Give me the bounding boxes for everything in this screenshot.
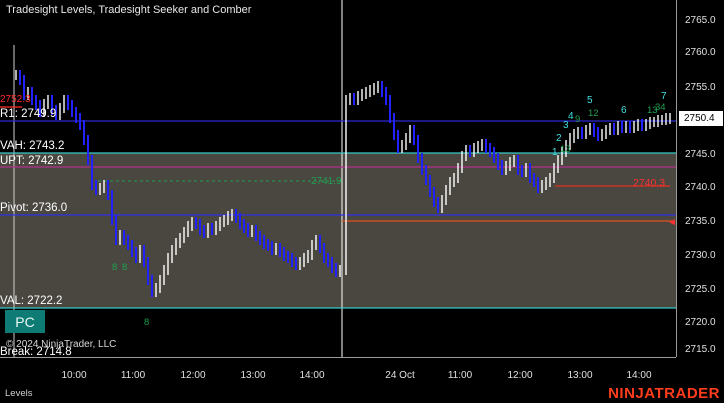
price-tick: 2755.0	[685, 82, 716, 93]
time-tick: 13:00	[567, 370, 593, 381]
brand-logo: NINJATRADER	[608, 385, 720, 402]
seeker-count-green: 8	[112, 262, 117, 273]
price-axis[interactable]: 2765.0 2760.0 2755.0 2745.0 2740.0 2735.…	[676, 0, 724, 357]
pc-button[interactable]: PC	[5, 310, 45, 333]
seeker-count-green: 12	[588, 108, 599, 119]
price-tick: 2735.0	[685, 216, 716, 227]
price-tick: 2745.0	[685, 149, 716, 160]
level-label-val: VAL: 2722.2	[0, 295, 63, 307]
seeker-count-cyan: 4	[568, 111, 574, 122]
price-tick: 2720.0	[685, 317, 716, 328]
price-tick: 2725.0	[685, 284, 716, 295]
seeker-count-cyan: 7	[661, 91, 667, 102]
chart-window: 1 2 3 4 5 6 7 8 8 8 9 12 13 13 34 2741.9 2740.3 ◄ Trad…	[0, 0, 724, 403]
session1-green-value: 2741.9	[311, 176, 342, 187]
time-tick: 24 Oct	[385, 370, 415, 381]
seeker-count-green: 8	[144, 317, 149, 328]
seeker-count-green: 8	[122, 262, 127, 273]
time-tick: 11:00	[447, 370, 473, 381]
price-tick: 2715.0	[685, 344, 716, 355]
footer-bar: Levels NINJATRADER	[0, 385, 724, 403]
price-tick: 2760.0	[685, 47, 716, 58]
seeker-count-cyan: 1	[552, 147, 558, 158]
seeker-count-cyan: 5	[587, 95, 593, 106]
time-tick: 11:00	[120, 370, 146, 381]
time-tick: 12:00	[180, 370, 206, 381]
price-chart-svg[interactable]: 12345678 88912 131334 2741.9 2740.3 ◄	[0, 0, 676, 357]
price-chart-panel[interactable]: 1 2 3 4 5 6 7 8 8 8 9 12 13 13 34 2741.9 2740.3 ◄ Trad…	[0, 0, 676, 357]
seeker-count-green: 9	[575, 114, 580, 125]
time-tick: 10:00	[61, 370, 87, 381]
seeker-count-green: 34	[655, 102, 666, 113]
level-label-pivot: Pivot: 2736.0	[0, 202, 68, 214]
time-tick: 14:00	[299, 370, 325, 381]
time-tick: 13:00	[240, 370, 266, 381]
price-tick: 2765.0	[685, 15, 716, 26]
current-price-marker: 2750.4	[679, 111, 723, 126]
chart-title: Tradesight Levels, Tradesight Seeker and…	[6, 4, 252, 16]
seeker-count-cyan: 6	[621, 105, 627, 116]
seeker-count-green: 13	[560, 144, 571, 155]
level-label-vah: VAH: 2743.2	[0, 140, 65, 152]
level-label-upt: UPT: 2742.9	[0, 155, 64, 167]
level-label-red: 2752.3	[0, 94, 31, 105]
price-tick: 2730.0	[685, 250, 716, 261]
session2-level-value: 2740.3	[633, 177, 665, 189]
time-axis[interactable]: 10:00 11:00 12:00 13:00 14:00 24 Oct 11:…	[0, 357, 676, 385]
time-tick: 12:00	[507, 370, 533, 381]
seeker-count-cyan: 2	[556, 133, 562, 144]
time-tick: 14:00	[626, 370, 652, 381]
price-tick: 2740.0	[685, 182, 716, 193]
copyright-text: © 2024 NinjaTrader, LLC	[6, 339, 117, 350]
orange-level-marker: ◄	[667, 217, 676, 228]
panel-label: Levels	[5, 388, 33, 399]
level-label-r1: R1: 2749.9	[0, 108, 57, 120]
